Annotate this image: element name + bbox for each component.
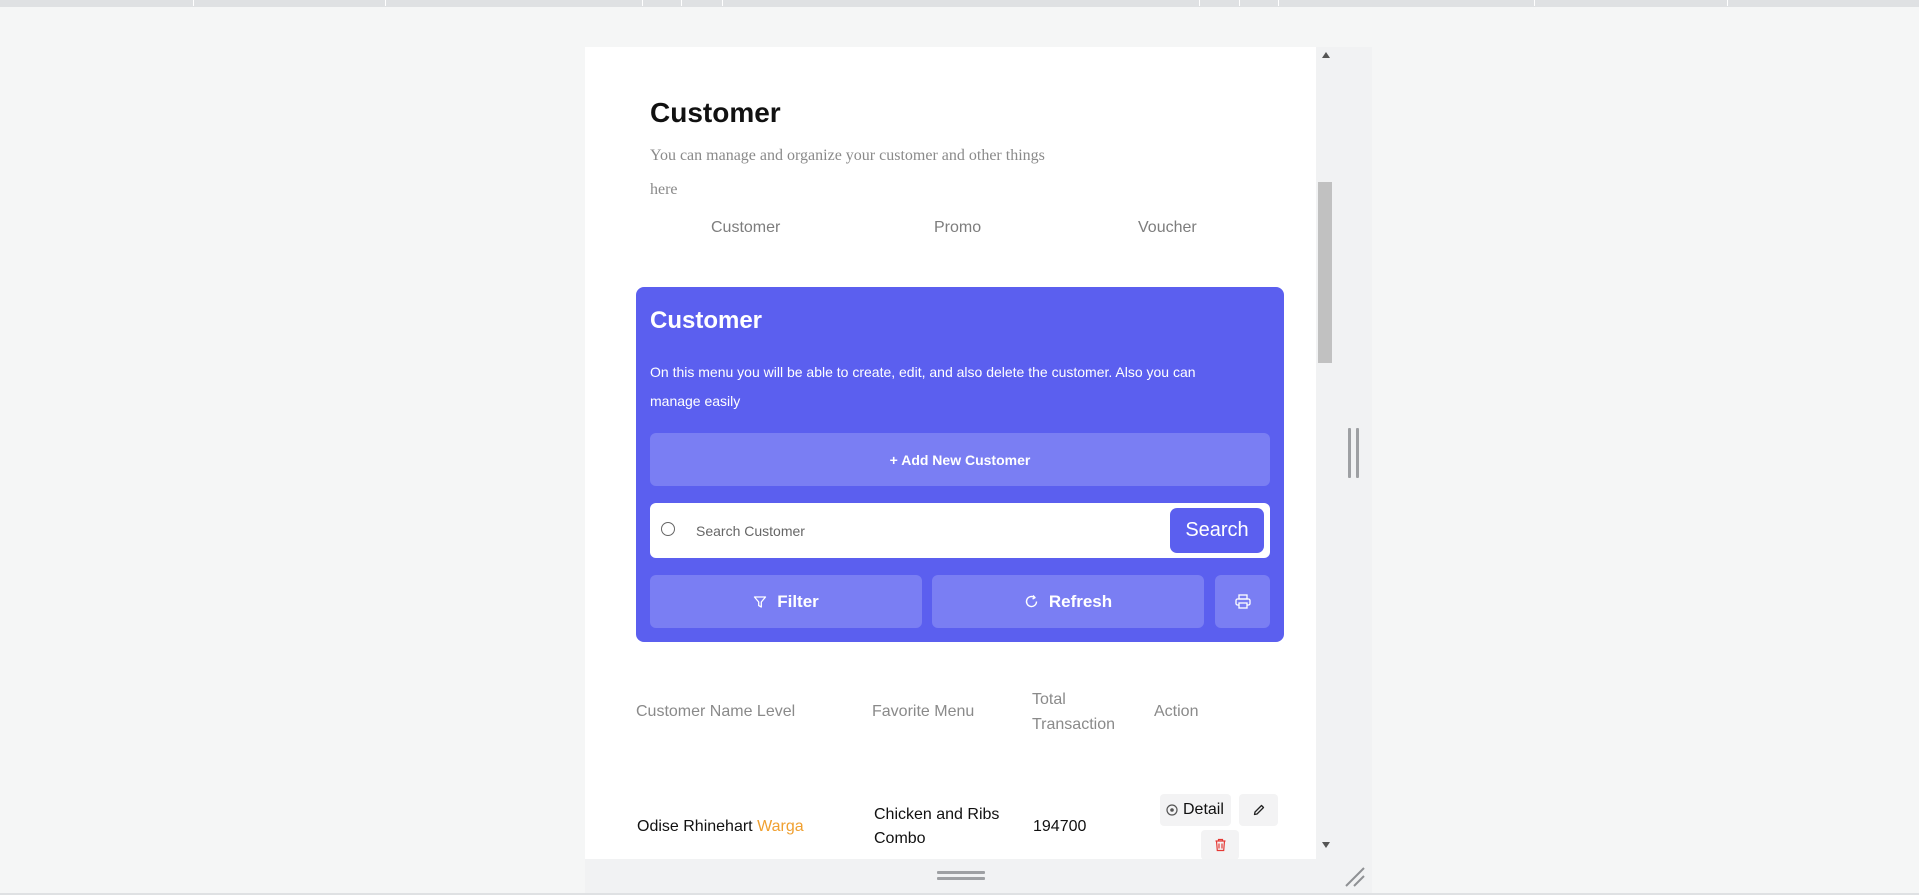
- refresh-button[interactable]: Refresh: [932, 575, 1204, 628]
- scroll-down-arrow-icon[interactable]: [1322, 842, 1330, 848]
- search-button[interactable]: Search: [1170, 508, 1264, 553]
- app-frame: Customer You can manage and organize you…: [585, 47, 1317, 859]
- printer-icon: [1234, 593, 1251, 609]
- customer-name-cell: Odise Rhinehart Warga: [637, 815, 804, 839]
- header-action: Action: [1154, 703, 1199, 720]
- add-customer-button[interactable]: + Add New Customer: [650, 433, 1270, 486]
- page-title: Customer: [650, 97, 781, 128]
- refresh-label: Refresh: [1048, 591, 1113, 611]
- print-button[interactable]: [1215, 575, 1270, 628]
- tab-customer[interactable]: Customer: [711, 219, 780, 237]
- tab-voucher[interactable]: Voucher: [1138, 219, 1197, 237]
- detail-button[interactable]: Detail: [1160, 794, 1231, 826]
- header-favorite-menu: Favorite Menu: [872, 703, 975, 720]
- vertical-scrollbar[interactable]: [1316, 47, 1372, 859]
- header-customer-name-level: Customer Name Level: [636, 703, 796, 720]
- filter-icon: [754, 595, 767, 608]
- customer-name: Odise Rhinehart: [637, 818, 753, 835]
- customer-level: Warga: [757, 818, 804, 835]
- card-title: Customer: [650, 307, 763, 334]
- card-description: On this menu you will be able to create,…: [650, 364, 1196, 409]
- resize-handle-horizontal-icon[interactable]: [937, 871, 985, 881]
- tab-promo[interactable]: Promo: [934, 219, 981, 237]
- pencil-icon: [1253, 804, 1264, 816]
- total-transaction-cell: 194700: [1033, 818, 1087, 835]
- search-icon: [661, 522, 675, 536]
- detail-label: Detail: [1183, 801, 1224, 818]
- eye-icon: [1166, 804, 1178, 816]
- page-subtitle: You can manage and organize your custome…: [650, 147, 1045, 198]
- resize-corner-icon[interactable]: [1342, 864, 1366, 888]
- search-input[interactable]: [696, 519, 1126, 543]
- edit-button[interactable]: [1239, 794, 1278, 826]
- search-bar: Search: [650, 503, 1270, 558]
- filter-label: Filter: [777, 591, 819, 611]
- customer-card: Customer On this menu you will be able t…: [636, 287, 1284, 642]
- browser-top-strip: [0, 0, 1919, 7]
- delete-button[interactable]: [1201, 830, 1239, 859]
- refresh-icon: [1025, 595, 1038, 608]
- filter-button[interactable]: Filter: [650, 575, 922, 628]
- scrollbar-thumb[interactable]: [1318, 182, 1332, 363]
- scroll-up-arrow-icon[interactable]: [1322, 52, 1330, 58]
- header-total-transaction: Total Transaction: [1032, 691, 1115, 733]
- resize-handle-vertical-icon[interactable]: [1348, 428, 1359, 478]
- trash-icon: [1215, 838, 1225, 852]
- favorite-menu-cell: Chicken and Ribs Combo: [874, 806, 1000, 847]
